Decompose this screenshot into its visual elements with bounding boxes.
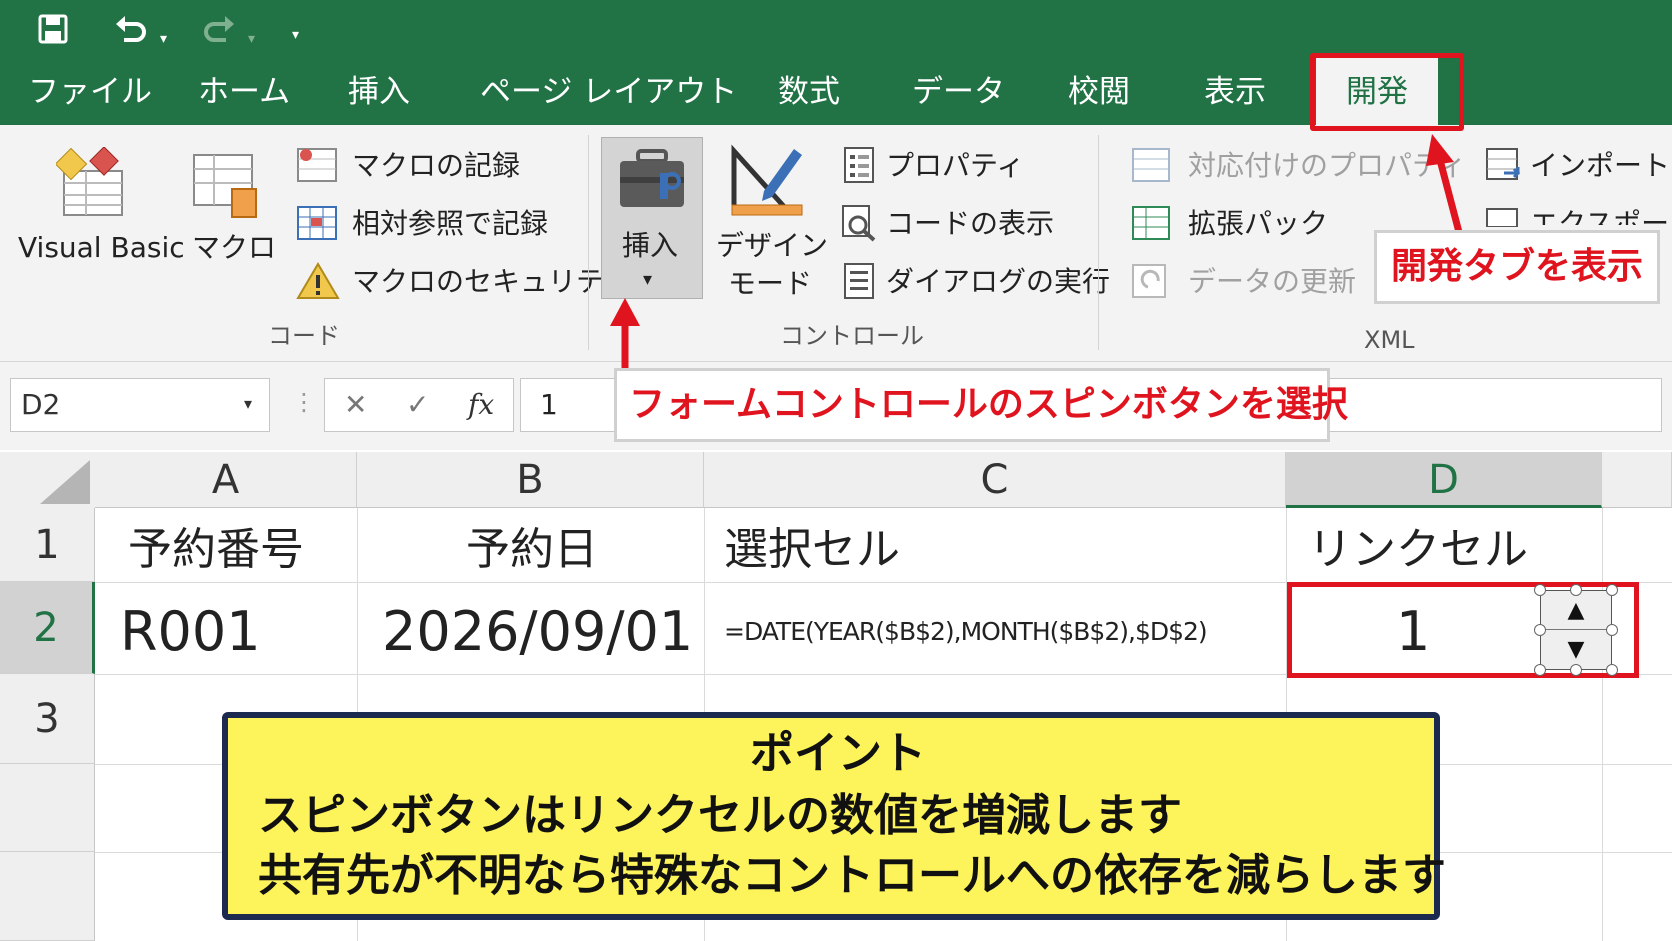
spin-button-callout: フォームコントロールのスピンボタンを選択 — [614, 368, 1348, 442]
column-header-c[interactable]: C — [704, 452, 1286, 508]
expansion-packs-icon[interactable] — [1130, 203, 1172, 243]
column-header-b[interactable]: B — [357, 452, 704, 508]
cell-a2[interactable]: R001 — [120, 600, 261, 664]
cell-a1[interactable]: 予約番号 — [128, 520, 304, 580]
design-mode-icon[interactable] — [728, 141, 804, 221]
tab-file[interactable]: ファイル — [28, 72, 152, 112]
row-header-4[interactable] — [0, 764, 95, 852]
warning-icon[interactable] — [296, 261, 340, 301]
cell-b1[interactable]: 予約日 — [466, 520, 598, 580]
spin-button-control[interactable]: ▲ ▼ — [1540, 590, 1612, 670]
run-dialog-icon[interactable] — [842, 261, 878, 301]
view-code-icon[interactable] — [840, 203, 880, 243]
toolbox-icon — [620, 149, 684, 207]
arrow-to-insert-icon — [610, 298, 640, 370]
point-note-box: ポイント スピンボタンはリンクセルの数値を増減します 共有先が不明なら特殊なコン… — [222, 712, 1446, 920]
group-label-code: コード — [268, 322, 340, 350]
refresh-data-button[interactable]: データの更新 — [1188, 265, 1356, 299]
relative-reference-icon[interactable] — [296, 203, 340, 243]
chevron-down-icon[interactable]: ▾ — [244, 394, 252, 413]
tab-view[interactable]: 表示 — [1204, 72, 1266, 112]
group-label-xml: XML — [1364, 326, 1415, 354]
run-dialog-button[interactable]: ダイアログの実行 — [886, 265, 1110, 299]
group-label-controls: コントロール — [780, 322, 924, 350]
cell-d1[interactable]: リンクセル — [1308, 520, 1528, 580]
save-icon[interactable] — [38, 14, 68, 44]
expansion-packs-button[interactable]: 拡張パック — [1188, 207, 1328, 241]
formula-value: 1 — [540, 388, 558, 421]
insert-control-label: 挿入 — [622, 229, 679, 262]
cell-c2[interactable]: =DATE(YEAR($B$2),MONTH($B$2),$D$2) — [724, 612, 1208, 652]
resize-handle[interactable] — [1606, 584, 1618, 596]
properties-button[interactable]: プロパティ — [886, 149, 1024, 183]
tab-insert[interactable]: 挿入 — [348, 72, 410, 112]
row-header-1[interactable]: 1 — [0, 508, 95, 582]
resize-handle[interactable] — [1534, 624, 1546, 636]
column-header-d[interactable]: D — [1286, 452, 1602, 508]
resize-handle[interactable] — [1534, 584, 1546, 596]
ribbon-separator — [1098, 135, 1099, 350]
customize-qat-icon[interactable]: ▾ — [292, 18, 299, 52]
resize-handle[interactable] — [1606, 624, 1618, 636]
macro-button[interactable]: マクロ — [192, 231, 276, 265]
row-header-5[interactable] — [0, 852, 95, 941]
cell-b2[interactable]: 2026/09/01 — [382, 600, 693, 664]
import-button[interactable]: インポート — [1530, 149, 1670, 183]
developer-tab-callout: 開発タブを表示 — [1374, 230, 1660, 304]
relative-reference-button[interactable]: 相対参照で記録 — [352, 207, 548, 241]
record-macro-button[interactable]: マクロの記録 — [352, 149, 520, 183]
record-macro-icon[interactable] — [296, 145, 340, 185]
tab-data[interactable]: データ — [912, 72, 1005, 112]
visual-basic-button[interactable]: Visual Basic — [18, 231, 185, 265]
properties-icon[interactable] — [842, 145, 878, 185]
name-box[interactable]: D2 — [10, 378, 270, 432]
column-header-a[interactable]: A — [95, 452, 357, 508]
point-line-1: スピンボタンはリンクセルの数値を増減します — [258, 790, 1182, 841]
enter-icon[interactable]: ✓ — [406, 388, 429, 422]
design-mode-button[interactable]: デザイン — [716, 229, 828, 263]
map-properties-icon[interactable] — [1130, 145, 1172, 185]
insert-function-icon[interactable]: fx — [468, 388, 494, 422]
resize-handle[interactable] — [1570, 664, 1582, 676]
tab-page-layout[interactable]: ページ レイアウト — [480, 72, 737, 112]
spin-up-button[interactable]: ▲ — [1541, 591, 1611, 630]
macro-icon[interactable] — [192, 147, 268, 223]
row-header-3[interactable]: 3 — [0, 674, 95, 764]
title-bar: ▾ ▾ ▾ — [0, 0, 1672, 58]
arrow-to-developer-tab-icon — [1426, 134, 1464, 237]
export-icon[interactable] — [1484, 205, 1524, 227]
ribbon-separator — [588, 135, 589, 350]
export-button[interactable]: エクスポート — [1530, 207, 1672, 225]
redo-icon[interactable] — [202, 14, 236, 44]
grid-line — [1602, 508, 1603, 941]
tab-review[interactable]: 校閲 — [1068, 72, 1130, 112]
view-code-button[interactable]: コードの表示 — [886, 207, 1054, 241]
undo-dropdown-icon[interactable]: ▾ — [160, 22, 167, 56]
tab-formulas[interactable]: 数式 — [778, 72, 840, 112]
export-clip: エクスポート — [1530, 203, 1672, 225]
cell-c1[interactable]: 選択セル — [724, 520, 900, 580]
resize-handle[interactable] — [1534, 664, 1546, 676]
visual-basic-icon[interactable] — [56, 147, 128, 219]
developer-tab-highlight — [1310, 53, 1464, 131]
resize-handle[interactable] — [1570, 584, 1582, 596]
point-line-2: 共有先が不明なら特殊なコントロールへの依存を減らします — [258, 850, 1446, 901]
vertical-dots-icon: ⋮ — [292, 388, 316, 416]
column-header-e[interactable] — [1602, 452, 1672, 508]
tab-home[interactable]: ホーム — [198, 72, 290, 112]
cancel-icon[interactable]: ✕ — [344, 388, 367, 422]
undo-icon[interactable] — [114, 14, 148, 44]
resize-handle[interactable] — [1606, 664, 1618, 676]
point-title: ポイント — [750, 728, 926, 779]
import-icon[interactable] — [1484, 145, 1524, 185]
refresh-data-icon[interactable] — [1130, 261, 1172, 301]
insert-dropdown-icon: ▾ — [643, 269, 653, 290]
design-mode-label-2: モード — [728, 267, 813, 300]
redo-dropdown-icon[interactable]: ▾ — [248, 22, 255, 56]
select-all-corner-icon[interactable] — [0, 452, 95, 508]
row-header-2[interactable]: 2 — [0, 582, 95, 674]
